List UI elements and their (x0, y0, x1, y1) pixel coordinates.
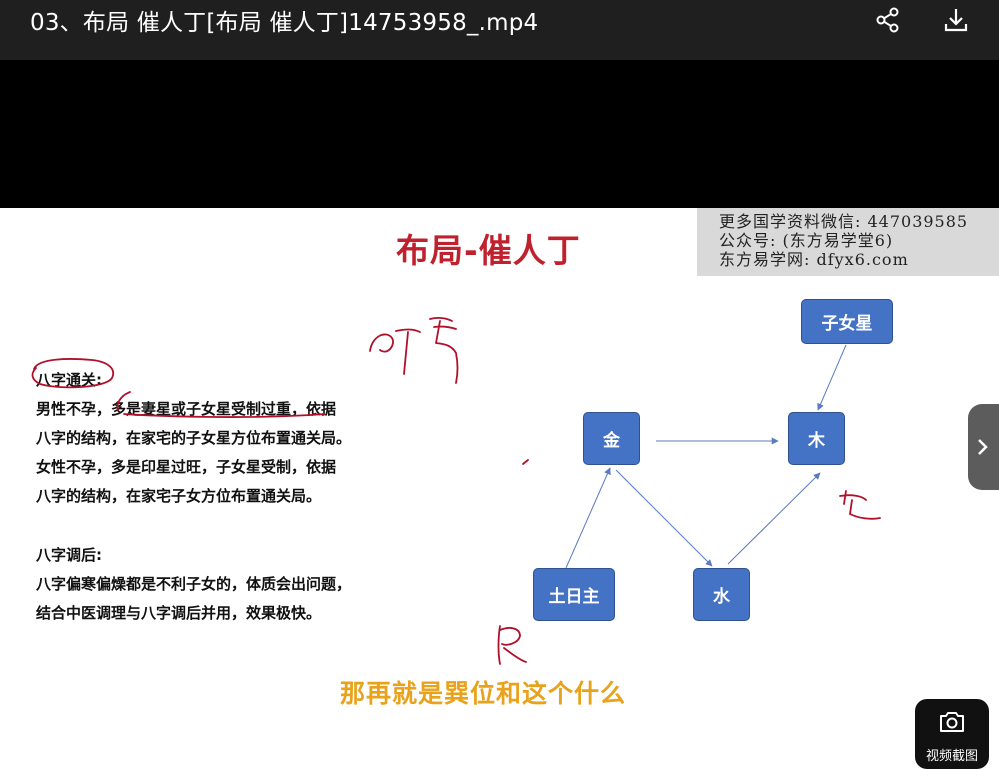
video-title: 03、布局 催人丁[布局 催人丁]14753958_.mp4 (30, 10, 539, 36)
text-line: 八字的结构，在家宅子女方位布置通关局。 (36, 487, 322, 505)
slide-text-block: 八字通关: 男性不孕，多是妻星或子女星受制过重，依据 八字的结构，在家宅的子女星… (36, 366, 351, 628)
chevron-right-icon (978, 439, 988, 455)
section-heading-tiaohou: 八字调后: (36, 546, 102, 564)
node-mu: 木 (788, 412, 845, 465)
handwriting-scribble-top (369, 317, 459, 384)
node-turizhu: 土日主 (533, 568, 615, 621)
node-shui: 水 (693, 568, 750, 621)
handwriting-zhai-mark (839, 490, 881, 520)
arrow-shui-to-mu (727, 472, 821, 565)
arrow-turizhu-to-jin (565, 467, 611, 569)
handwriting-tick (522, 459, 529, 465)
node-jin: 金 (583, 412, 640, 465)
watermark-line: 更多国学资料微信: 447039585 (719, 212, 969, 231)
video-header: 03、布局 催人丁[布局 催人丁]14753958_.mp4 (0, 0, 999, 60)
text-line: 八字的结构，在家宅的子女星方位布置通关局。 (36, 429, 352, 447)
text-line: 结合中医调理与八字调后并用，效果极快。 (36, 604, 322, 622)
text-line: 八字偏寒偏燥都是不利子女的，体质会出问题， (36, 575, 352, 593)
video-frame-slide: 布局-催人丁 更多国学资料微信: 447039585 公众号: (东方易学堂6)… (0, 208, 999, 769)
text-line: 男性不孕，多是妻星或子女星受制过重，依据 (36, 400, 337, 418)
watermark-box: 更多国学资料微信: 447039585 公众号: (东方易学堂6) 东方易学网:… (697, 208, 999, 276)
slide-title: 布局-催人丁 (396, 231, 581, 270)
section-heading-tongguan: 八字通关: (36, 371, 102, 389)
video-subtitle: 那再就是巽位和这个什么 (340, 679, 627, 708)
video-capture-button[interactable]: 视频截图 (915, 699, 989, 769)
handwriting-mark-bottom (497, 625, 527, 665)
arrow-zinv-to-mu (817, 344, 847, 411)
watermark-line: 公众号: (东方易学堂6) (719, 231, 894, 250)
video-letterbox (0, 60, 999, 208)
watermark-line: 东方易学网: dfyx6.com (719, 250, 909, 269)
arrow-jin-to-shui (615, 469, 713, 567)
node-zinv-xing: 子女星 (801, 299, 893, 344)
text-line: 女性不孕，多是印星过旺，子女星受制，依据 (36, 458, 337, 476)
download-icon[interactable] (942, 6, 970, 34)
capture-label: 视频截图 (925, 749, 978, 764)
camera-icon (940, 712, 964, 732)
share-icon[interactable] (874, 6, 902, 34)
next-slide-button[interactable] (968, 404, 999, 490)
